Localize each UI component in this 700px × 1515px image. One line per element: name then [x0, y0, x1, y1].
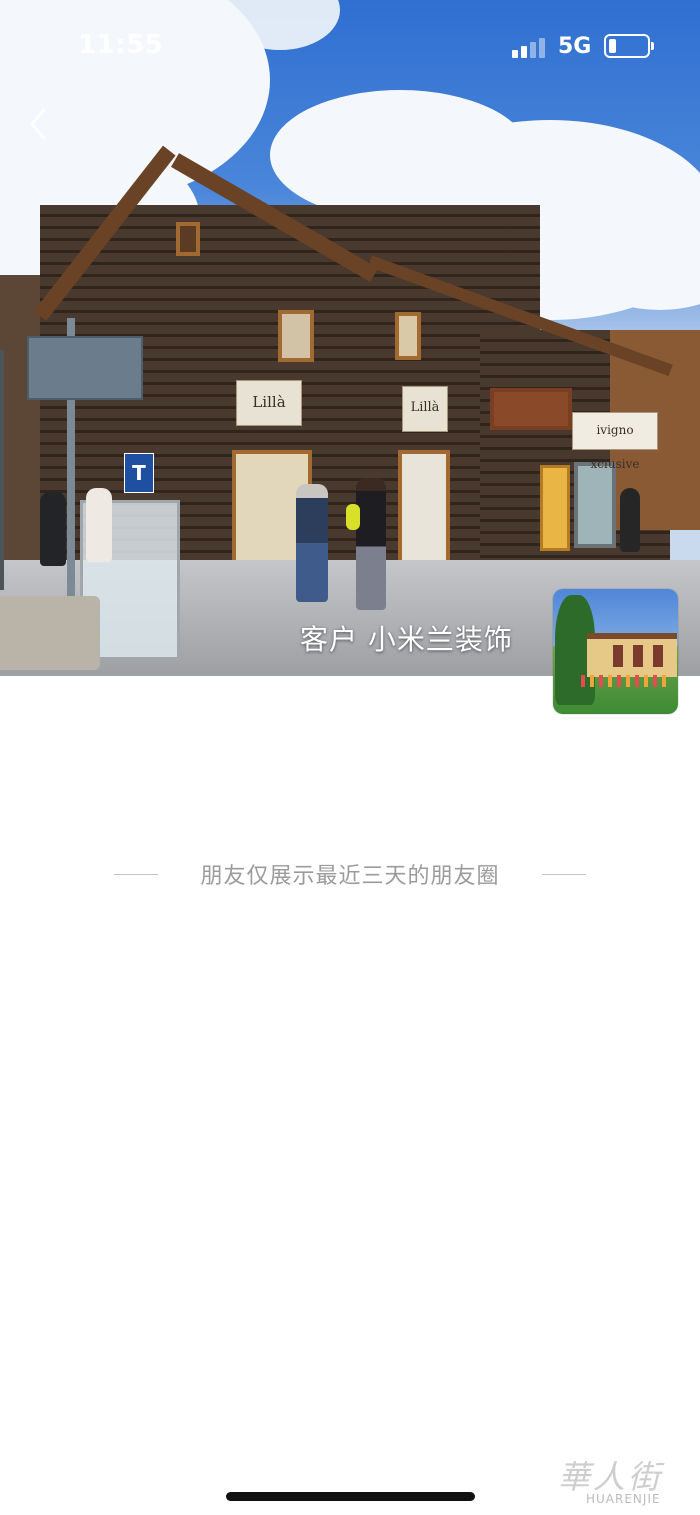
moments-limit-notice: 朋友仅展示最近三天的朋友圈 — [0, 858, 700, 890]
shop-door — [540, 465, 570, 551]
signal-bars-icon — [512, 36, 548, 58]
watermark-subtitle: HUARENJIE — [586, 1492, 661, 1506]
shop-sign: Lillà — [236, 380, 302, 426]
divider-right — [542, 874, 586, 875]
profile-name: 客户 小米兰装饰 — [300, 623, 513, 656]
avatar-window — [633, 645, 643, 667]
avatar[interactable] — [553, 589, 678, 714]
person — [620, 488, 640, 552]
stone-wall — [0, 596, 100, 670]
shop-sign: ivigno xclusive — [572, 412, 658, 471]
network-type: 5G — [558, 34, 592, 59]
notice-text: 朋友仅展示最近三天的朋友圈 — [200, 864, 500, 889]
battery-icon — [604, 34, 654, 58]
back-button[interactable] — [26, 106, 56, 142]
person — [40, 492, 66, 566]
tobacco-sign: T — [124, 453, 154, 493]
watermark: 華人街 HUARENJIE — [552, 1452, 697, 1510]
avatar-children — [581, 675, 671, 687]
window — [176, 222, 200, 256]
avatar-window — [613, 645, 623, 667]
home-indicator[interactable] — [226, 1492, 475, 1501]
window — [278, 310, 314, 362]
person — [346, 504, 360, 530]
avatar-building — [587, 633, 677, 677]
person — [356, 478, 386, 610]
balcony — [490, 388, 572, 430]
shop-sign: Lillà — [402, 386, 448, 432]
cover-photo[interactable]: Lillà Lillà ivigno xclusive T — [0, 0, 700, 676]
person — [86, 488, 112, 562]
lamp-post — [0, 350, 4, 590]
chevron-left-icon — [30, 108, 46, 140]
avatar-window — [653, 645, 663, 667]
street-sign — [27, 336, 143, 400]
status-time: 11:55 — [78, 30, 164, 60]
person — [296, 484, 328, 602]
divider-left — [114, 874, 158, 875]
shop-window — [398, 450, 450, 568]
window — [395, 312, 421, 360]
